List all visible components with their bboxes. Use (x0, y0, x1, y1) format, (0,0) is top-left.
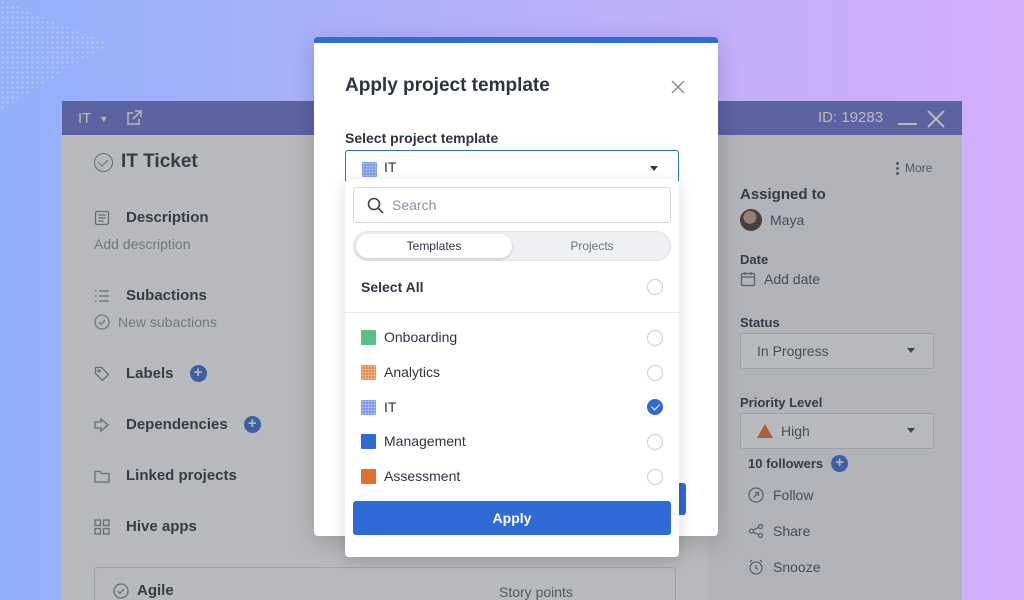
template-source-toggle: Templates Projects (353, 231, 671, 261)
option-it[interactable]: IT (361, 399, 396, 415)
option-radio[interactable] (647, 330, 663, 346)
template-field-label: Select project template (345, 130, 499, 146)
option-label: Onboarding (384, 329, 458, 345)
color-swatch (361, 364, 376, 380)
option-label: Management (384, 433, 466, 449)
search-placeholder: Search (392, 197, 437, 213)
modal-title: Apply project template (345, 75, 550, 96)
tab-projects[interactable]: Projects (514, 234, 670, 258)
search-input[interactable]: Search (353, 187, 671, 223)
option-analytics[interactable]: Analytics (361, 364, 440, 380)
option-radio[interactable] (647, 399, 663, 415)
apply-button[interactable]: Apply (353, 501, 671, 535)
background-pattern (0, 0, 110, 110)
select-all-radio[interactable] (647, 279, 663, 295)
template-dropdown: Search Templates Projects Select All Onb… (345, 179, 679, 557)
option-management[interactable]: Management (361, 433, 466, 449)
close-icon[interactable] (670, 79, 686, 95)
color-swatch (361, 399, 376, 415)
option-radio[interactable] (647, 365, 663, 381)
color-swatch (361, 433, 376, 449)
select-all-label: Select All (361, 279, 424, 295)
option-assessment[interactable]: Assessment (361, 468, 460, 484)
color-swatch (361, 329, 376, 345)
chevron-down-icon (650, 166, 658, 171)
color-swatch (361, 468, 376, 484)
option-onboarding[interactable]: Onboarding (361, 329, 457, 345)
option-label: Analytics (384, 364, 441, 380)
search-icon (367, 197, 384, 214)
option-label: Assessment (384, 468, 461, 484)
template-color-swatch (362, 162, 377, 177)
divider (345, 312, 679, 313)
template-select-value: IT (384, 159, 397, 175)
option-radio[interactable] (647, 434, 663, 450)
option-radio[interactable] (647, 469, 663, 485)
tab-templates[interactable]: Templates (356, 234, 512, 258)
option-label: IT (384, 399, 397, 415)
